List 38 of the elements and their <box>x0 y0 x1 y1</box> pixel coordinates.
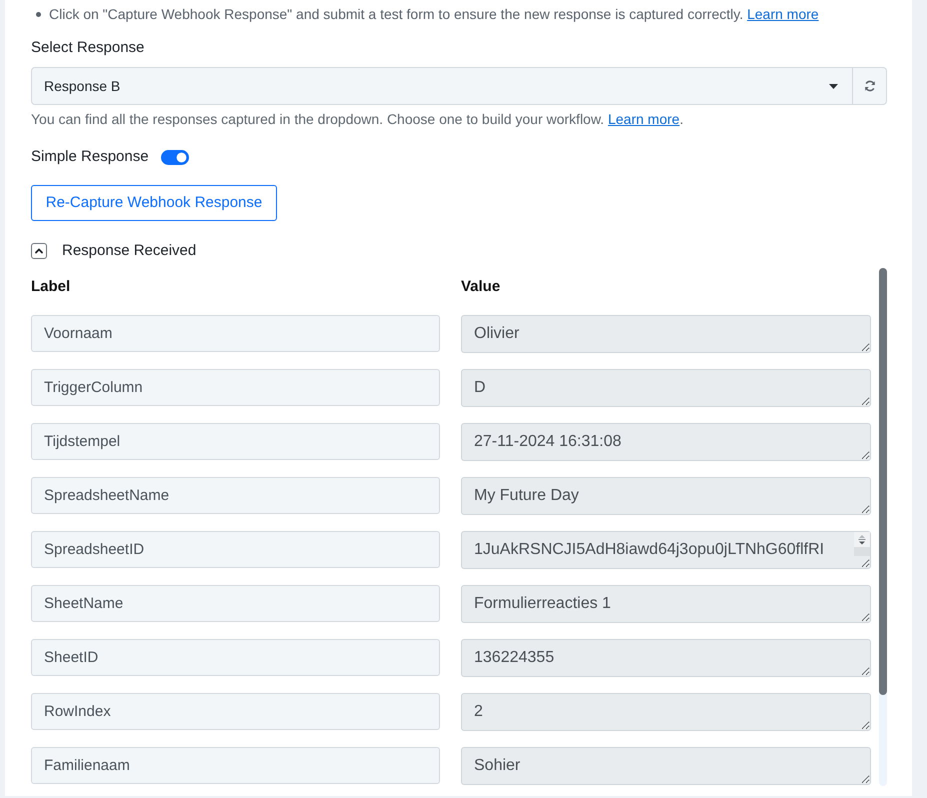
value-field[interactable]: 1JuAkRSNCJI5AdH8iawd64j3opu0jLTNhG60flfRI <box>461 531 871 569</box>
label-field[interactable]: SpreadsheetID <box>31 531 440 568</box>
toggle-switch[interactable] <box>160 150 189 164</box>
value-field[interactable]: 2 <box>461 693 871 731</box>
label-field[interactable]: SheetName <box>31 585 440 622</box>
label-field[interactable]: Familienaam <box>31 747 440 784</box>
chevron-icon[interactable] <box>31 243 47 259</box>
value-field[interactable]: Olivier <box>461 315 871 353</box>
value-field[interactable]: My Future Day <box>461 477 871 515</box>
scrollbar[interactable] <box>879 268 887 786</box>
note-text: Click on "Capture Webhook Response" and submit a test form to ensure the new response is captured correctly. Learn more <box>49 5 819 24</box>
column-header: Value <box>461 277 502 297</box>
label-field[interactable]: Tijdstempel <box>31 423 440 460</box>
learn-more-link[interactable]: Learn more <box>747 6 819 22</box>
label-field[interactable]: Voornaam <box>31 315 440 352</box>
learn-more-link[interactable]: Learn more <box>608 111 680 127</box>
recapture-button[interactable]: Re-Capture Webhook Response <box>31 185 277 221</box>
refresh-button[interactable] <box>853 67 887 105</box>
column-header: Label <box>31 277 72 297</box>
refresh-icon <box>864 80 876 92</box>
value-field[interactable]: Formulierreacties 1 <box>461 585 871 623</box>
scrollbar-thumb[interactable] <box>879 268 887 695</box>
response-dropdown[interactable]: Response B <box>31 67 853 105</box>
value-field[interactable]: D <box>461 369 871 407</box>
label-field[interactable]: SpreadsheetName <box>31 477 440 514</box>
section-title: Response Received <box>62 241 196 261</box>
label-field[interactable]: TriggerColumn <box>31 369 440 406</box>
toggle-label: Simple Response <box>31 147 149 167</box>
bullet-icon <box>36 12 41 16</box>
caret-icon <box>829 84 838 88</box>
label-field[interactable]: RowIndex <box>31 693 440 730</box>
value-field[interactable]: 27-11-2024 16:31:08 <box>461 423 871 461</box>
value-field[interactable]: Sohier <box>461 747 871 785</box>
help-text: You can find all the responses captured in the dropdown. Choose one to build your workflow. Learn more. <box>31 110 684 129</box>
scroll-arrows-icon[interactable] <box>854 532 870 556</box>
value-field[interactable]: 136224355 <box>461 639 871 677</box>
label-field[interactable]: SheetID <box>31 639 440 676</box>
field-label: Select Response <box>31 38 146 58</box>
